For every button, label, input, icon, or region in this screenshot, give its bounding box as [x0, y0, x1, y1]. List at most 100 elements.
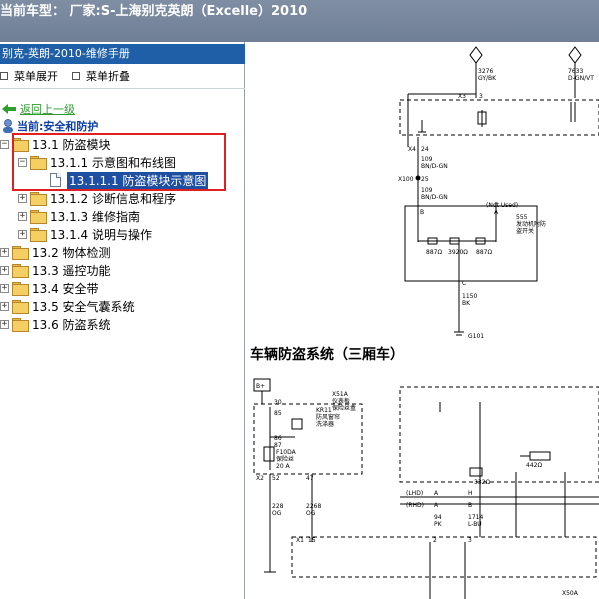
tree-item-label: 13.6 防盗系统	[32, 317, 111, 332]
expand-toggle-icon[interactable]: +	[18, 211, 27, 221]
folder-icon	[12, 300, 29, 314]
manual-title: 别克-英朗-2010-维修手册	[0, 44, 245, 64]
window-title: 当前车型： 厂家:S-上海别克英朗（Excelle）2010	[0, 4, 308, 19]
pin-label: A	[494, 209, 499, 216]
highlight-box	[12, 133, 226, 191]
collapse-toggle-icon[interactable]: −	[0, 139, 9, 149]
power-label: B+	[256, 383, 265, 390]
relay-label: 防风窗帘	[316, 413, 340, 421]
connector-label: X1	[296, 537, 304, 544]
wire-label: BK	[462, 300, 471, 307]
pin-label: 87	[274, 442, 282, 449]
tree-item-13-3[interactable]: + 13.3 遥控功能	[0, 261, 111, 279]
window-title-bar: 当前车型： 厂家:S-上海别克英朗（Excelle）2010	[0, 0, 599, 42]
pin-label: B	[420, 209, 424, 216]
connector-label: X50A	[562, 590, 579, 597]
wire-label: L-BU	[468, 521, 482, 528]
wiring-diagram: 3276 GY/BK 7633 D-GN/VT X3 3 X4 24 109 B…	[253, 46, 599, 599]
tree-item-13-4[interactable]: + 13.4 安全带	[0, 279, 99, 297]
collapse-menu-label: 菜单折叠	[86, 70, 130, 83]
expand-toggle-icon[interactable]: +	[0, 319, 9, 329]
collapse-icon	[72, 72, 80, 80]
wire-label: 94	[434, 514, 442, 521]
pin-label: H	[468, 490, 473, 497]
wiring-diagram-panel: 3276 GY/BK 7633 D-GN/VT X3 3 X4 24 109 B…	[250, 42, 599, 599]
current-location-label: 当前:安全和防护	[17, 120, 99, 133]
pin-label: 15	[308, 537, 316, 544]
pin-label: 3	[468, 537, 472, 544]
expand-toggle-icon[interactable]: +	[18, 229, 27, 239]
wire-label: OG	[272, 510, 282, 517]
folder-icon	[30, 210, 47, 224]
variant-label: (RHD)	[406, 502, 424, 509]
collapse-menu-button[interactable]: 菜单折叠	[72, 68, 130, 84]
current-location: 当前:安全和防护	[2, 118, 98, 134]
connector-label: X4	[408, 146, 416, 153]
expand-menu-label: 菜单展开	[14, 70, 58, 83]
fuse-label: F10DA	[276, 449, 297, 456]
tree-item-label: 13.1.3 维修指南	[50, 209, 140, 224]
folder-icon	[30, 192, 47, 206]
tree-item-13-6[interactable]: + 13.6 防盗系统	[0, 315, 111, 333]
ground-label: G101	[468, 333, 484, 340]
resistor-label: 887Ω	[426, 249, 442, 256]
folder-icon	[30, 228, 47, 242]
wire-label: 2268	[306, 503, 321, 510]
expand-toggle-icon[interactable]: +	[18, 193, 27, 203]
tree-item-13-2[interactable]: + 13.2 物体检测	[0, 243, 111, 261]
wire-label: 3276	[478, 68, 493, 75]
pin-label: 30	[274, 399, 282, 406]
expand-toggle-icon[interactable]: +	[0, 265, 9, 275]
wire-label: 1150	[462, 293, 477, 300]
resistor-label: 3920Ω	[448, 249, 468, 256]
wire-label: GY/BK	[478, 75, 497, 82]
pin-label: (Not Used)	[486, 202, 518, 209]
pin-label: 85	[274, 410, 282, 417]
folder-icon	[12, 246, 29, 260]
pin-label: 52	[272, 475, 280, 482]
wire-label: D-GN/VT	[568, 75, 594, 82]
wire-label: 1714	[468, 514, 483, 521]
fusebox-label: 保险丝盒	[332, 404, 356, 412]
relay-label: KR11	[316, 407, 332, 414]
fuse-label: 保险丝	[276, 455, 294, 463]
back-arrow-icon	[2, 104, 16, 114]
pin-label: 24	[421, 146, 429, 153]
pin-label: A	[434, 490, 439, 497]
folder-icon	[12, 264, 29, 278]
expand-toggle-icon[interactable]: +	[0, 283, 9, 293]
expand-toggle-icon[interactable]: +	[0, 247, 9, 257]
expand-menu-button[interactable]: 菜单展开	[0, 68, 58, 84]
pin-label: A	[434, 502, 439, 509]
wire-label: 109	[421, 187, 433, 194]
expand-toggle-icon[interactable]: +	[0, 301, 9, 311]
back-link-label[interactable]: 返回上一级	[20, 101, 75, 117]
connector-label: X100	[398, 176, 414, 183]
tree-item-label: 13.5 安全气囊系统	[32, 299, 135, 314]
tree-item-13-1-3[interactable]: + 13.1.3 维修指南	[18, 207, 140, 225]
tree-item-13-5[interactable]: + 13.5 安全气囊系统	[0, 297, 135, 315]
relay-label: 洗涤器	[316, 420, 334, 428]
pin-label: 25	[421, 176, 429, 183]
resistor-label: 442Ω	[526, 462, 542, 469]
wire-label: BN/D-GN	[421, 163, 448, 170]
pin-label: B	[468, 502, 472, 509]
folder-icon	[12, 318, 29, 332]
user-icon	[3, 119, 13, 133]
tree-item-13-1-4[interactable]: + 13.1.4 说明与操作	[18, 225, 152, 243]
connector-label: X2	[256, 475, 264, 482]
tree-item-label: 13.2 物体检测	[32, 245, 111, 260]
wire-label: BN/D-GN	[421, 194, 448, 201]
fuse-label: 20 A	[276, 463, 291, 470]
module-label: 发动机附防	[516, 220, 546, 228]
wire-label: PK	[434, 521, 443, 528]
pin-label: C	[462, 280, 466, 287]
tree-item-label: 13.1.4 说明与操作	[50, 227, 152, 242]
module-label: 盗开关	[516, 227, 534, 235]
variant-label: (LHD)	[406, 490, 423, 497]
wire-label: 109	[421, 156, 433, 163]
tree-item-13-1-2[interactable]: + 13.1.2 诊断信息和程序	[18, 189, 176, 207]
resistor-label: 332Ω	[474, 479, 490, 486]
tree-item-label: 13.3 遥控功能	[32, 263, 111, 278]
back-link[interactable]: 返回上一级	[2, 101, 75, 117]
